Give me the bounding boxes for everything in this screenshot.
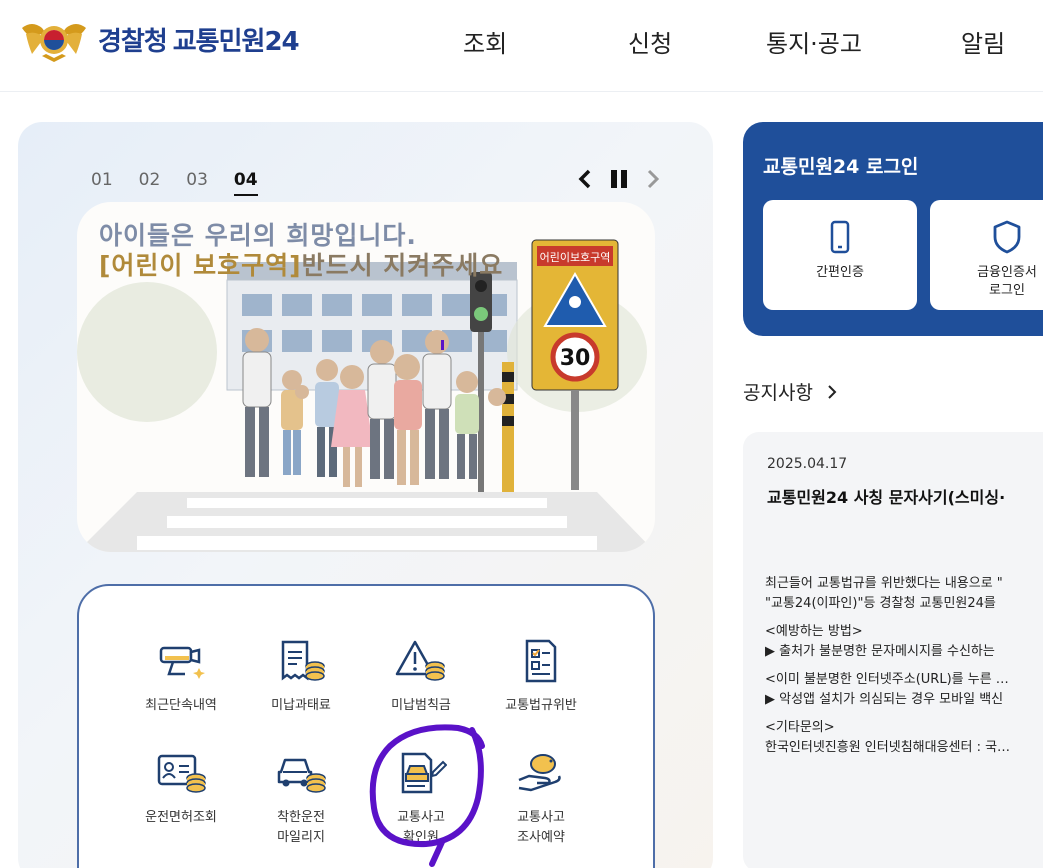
carousel-page-02[interactable]: 02 xyxy=(139,170,161,196)
service-unpaid-penalties[interactable]: 미납범칙금 xyxy=(361,638,481,716)
chevron-right-icon xyxy=(647,169,660,189)
notice-heading-link[interactable]: 공지사항 xyxy=(743,378,837,405)
carousel-page-03[interactable]: 03 xyxy=(186,170,208,196)
notice-line: ▶ 출처가 불분명한 문자메시지를 수신하는 xyxy=(765,644,995,659)
quick-services-box: 최근단속내역 미납과태료 미납범칙금 교통법규위반 운전면허조회 착한운전 마일… xyxy=(77,584,655,868)
service-label: 교통법규위반 xyxy=(505,698,577,713)
service-label: 교통사고 조사예약 xyxy=(517,810,565,845)
notice-card[interactable]: 2025.04.17 교통민원24 사칭 문자사기(스미싱· 최근들어 교통법규… xyxy=(743,432,1043,868)
nav-inquiry[interactable]: 조회 xyxy=(463,24,507,59)
carousel-next-button[interactable] xyxy=(642,168,664,190)
carousel-banner[interactable]: 어린이보호구역 30 아이들은 우리의 희망입니다. [어린이 보호구역]반드시… xyxy=(77,202,655,552)
financial-cert-login-button[interactable]: 금융인증서 로그인 xyxy=(930,200,1043,310)
service-label: 교통사고 확인원 xyxy=(397,810,445,845)
service-accident-certificate[interactable]: 교통사고 확인원 xyxy=(361,750,481,848)
service-unpaid-fines[interactable]: 미납과태료 xyxy=(241,638,361,716)
main-visual-panel: 01 02 03 04 어린이보호구역 30 아이들은 우리의 희망입니다. [… xyxy=(18,122,713,868)
notice-line: <기타문의> xyxy=(765,720,835,735)
simple-auth-label: 간편인증 xyxy=(816,265,864,280)
carousel-pager: 01 02 03 04 xyxy=(91,170,284,196)
service-label: 미납범칙금 xyxy=(391,698,451,713)
school-zone-sign-text: 어린이보호구역 xyxy=(540,251,611,264)
carousel-pause-button[interactable] xyxy=(608,168,630,190)
financial-cert-label: 금융인증서 로그인 xyxy=(977,265,1037,298)
service-label: 미납과태료 xyxy=(271,698,331,713)
notice-line: 한국인터넷진흥원 인터넷침해대응센터 : 국… xyxy=(765,740,1011,755)
service-traffic-violation[interactable]: 교통법규위반 xyxy=(481,638,601,716)
hand-piggybank-icon xyxy=(518,754,561,792)
site-header: 경찰청 교통민원24 조회 신청 통지·공고 알림 xyxy=(0,0,1043,92)
speed-limit-sign-text: 30 xyxy=(560,346,591,371)
login-title: 교통민원24 로그인 xyxy=(763,156,919,178)
cctv-camera-icon xyxy=(159,646,205,679)
carousel-page-01[interactable]: 01 xyxy=(91,170,113,196)
checklist-document-icon xyxy=(525,639,557,683)
smartphone-icon xyxy=(830,220,850,254)
service-label: 착한운전 마일리지 xyxy=(277,810,325,845)
shield-icon xyxy=(993,220,1021,254)
notice-line: "교통24(이파인)"등 경찰청 교통민원24를 xyxy=(765,596,996,611)
notice-line: <이미 불분명한 인터넷주소(URL)를 누른 … xyxy=(765,672,1009,687)
banner-subheadline: [어린이 보호구역]반드시 지켜주세요 xyxy=(99,246,503,282)
simple-auth-button[interactable]: 간편인증 xyxy=(763,200,917,310)
service-accident-investigation-booking[interactable]: 교통사고 조사예약 xyxy=(481,750,601,848)
login-card: 교통민원24 로그인 간편인증 금융인증서 로그인 xyxy=(743,122,1043,336)
notice-line: 최근들어 교통법규를 위반했다는 내용으로 " xyxy=(765,576,1003,591)
receipt-coins-icon xyxy=(281,640,325,681)
chevron-right-icon xyxy=(828,384,837,399)
nav-application[interactable]: 신청 xyxy=(628,24,672,59)
carousel-page-04[interactable]: 04 xyxy=(233,170,258,196)
nav-alerts[interactable]: 알림 xyxy=(961,24,1005,59)
notice-title: 교통민원24 사칭 문자사기(스미싱· xyxy=(767,488,1006,507)
main-nav: 조회 신청 통지·공고 알림 xyxy=(0,24,1043,64)
license-card-icon xyxy=(157,754,206,793)
service-safe-driving-mileage[interactable]: 착한운전 마일리지 xyxy=(241,750,361,848)
service-label: 운전면허조회 xyxy=(145,810,217,825)
notice-line: ▶ 악성앱 설치가 의심되는 경우 모바일 백신 xyxy=(765,692,1004,707)
accident-document-icon xyxy=(401,752,447,794)
banner-rest: 반드시 지켜주세요 xyxy=(301,251,504,280)
service-label: 최근단속내역 xyxy=(145,698,217,713)
notice-body: 최근들어 교통법규를 위반했다는 내용으로 " "교통24(이파인)"등 경찰청… xyxy=(765,574,1043,758)
notice-date: 2025.04.17 xyxy=(767,456,848,472)
nav-notices[interactable]: 통지·공고 xyxy=(766,24,862,59)
pause-icon xyxy=(611,170,627,188)
chevron-left-icon xyxy=(578,169,591,189)
notice-line: <예방하는 방법> xyxy=(765,624,863,639)
carousel-controls xyxy=(574,168,664,190)
car-coins-icon xyxy=(277,758,326,793)
service-license-inquiry[interactable]: 운전면허조회 xyxy=(121,750,241,828)
carousel-prev-button[interactable] xyxy=(574,168,596,190)
warning-coins-icon xyxy=(395,640,445,681)
banner-highlight: [어린이 보호구역] xyxy=(99,251,302,280)
notice-heading: 공지사항 xyxy=(743,382,813,404)
service-recent-enforcement[interactable]: 최근단속내역 xyxy=(121,638,241,716)
